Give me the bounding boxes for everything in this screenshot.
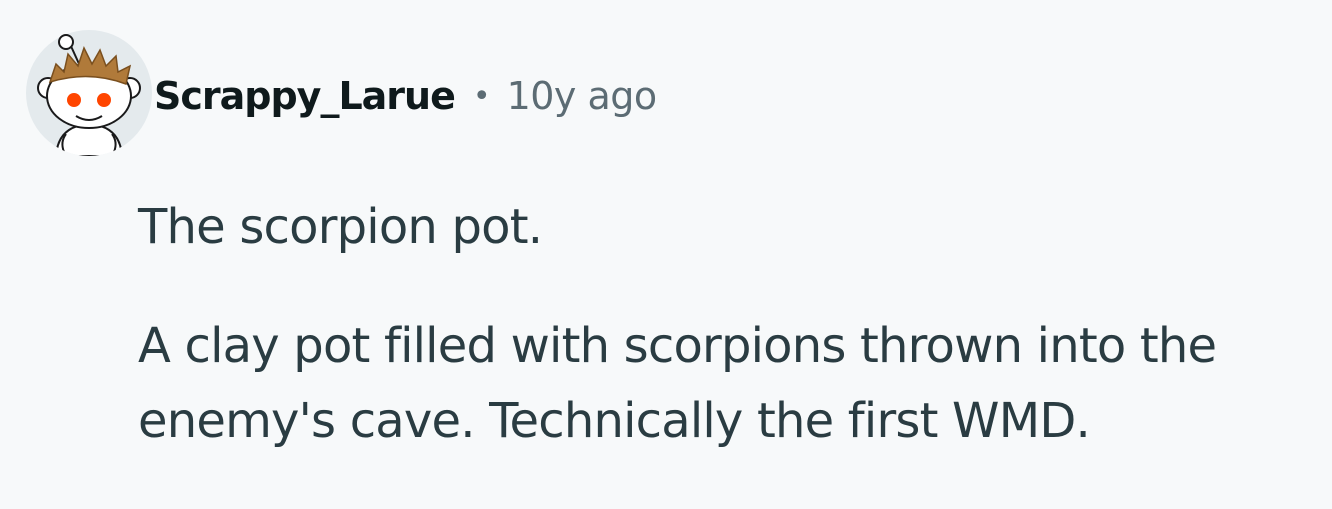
comment-body: The scorpion pot. A clay pot filled with… [138, 190, 1318, 459]
separator-dot: • [472, 78, 491, 114]
comment-paragraph: A clay pot filled with scorpions thrown … [138, 318, 1217, 449]
snoo-avatar-icon [26, 30, 152, 156]
user-avatar[interactable] [26, 30, 152, 156]
timestamp[interactable]: 10y ago [507, 74, 658, 118]
username-link[interactable]: Scrappy_Larue [154, 74, 456, 118]
comment: Scrappy_Larue • 10y ago The scorpion pot… [0, 0, 1332, 509]
comment-paragraph: The scorpion pot. [138, 199, 543, 255]
comment-meta: Scrappy_Larue • 10y ago [154, 68, 657, 124]
